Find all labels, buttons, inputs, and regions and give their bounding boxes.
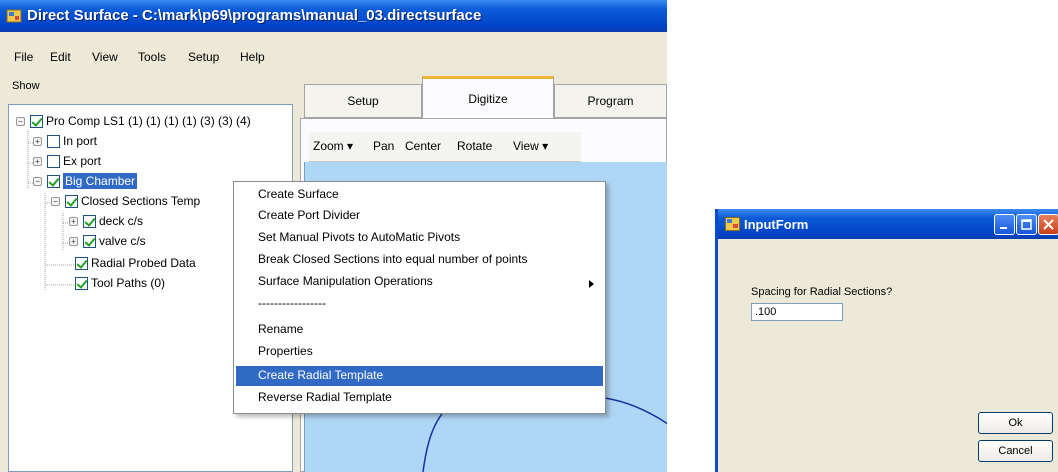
cancel-button[interactable]: Cancel [978, 440, 1053, 462]
menu-item-create-radial-template[interactable]: Create Radial Template [258, 368, 383, 382]
dialog-title: InputForm [744, 217, 809, 232]
tree-item-label: In port [63, 134, 98, 148]
rotate-button[interactable]: Rotate [457, 139, 492, 153]
expand-icon[interactable]: + [33, 136, 42, 146]
menu-help[interactable]: Help [240, 50, 265, 64]
menu-item-properties[interactable]: Properties [258, 344, 313, 358]
tree-item-valve-cs[interactable]: + valve c/s [69, 231, 146, 251]
menu-bar: File Edit View Tools Setup Help [0, 45, 667, 73]
close-icon [1043, 219, 1054, 230]
tab-label: Setup [347, 94, 379, 108]
input-form-dialog: InputForm Spacing for Radial Sections? O… [715, 209, 1058, 472]
maximize-icon [1021, 219, 1032, 230]
tree-item-tool-paths[interactable]: Tool Paths (0) [75, 273, 165, 293]
menu-item-create-port-divider[interactable]: Create Port Divider [258, 208, 360, 222]
tree-item-label: deck c/s [99, 214, 144, 228]
tree-item-radial-probed[interactable]: Radial Probed Data [75, 253, 196, 273]
minimize-button[interactable] [994, 214, 1015, 235]
spacing-input[interactable] [751, 303, 843, 321]
form-app-icon [725, 217, 740, 231]
collapse-icon[interactable]: − [51, 196, 60, 206]
tree-checkbox[interactable] [75, 276, 88, 290]
collapse-icon[interactable]: − [16, 116, 25, 126]
tree-checkbox[interactable] [30, 114, 43, 128]
expand-icon[interactable]: + [69, 236, 78, 246]
menu-item-rename[interactable]: Rename [258, 322, 303, 336]
spacing-prompt-label: Spacing for Radial Sections? [751, 286, 893, 298]
tree-checkbox[interactable] [47, 174, 60, 188]
maximize-button[interactable] [1016, 214, 1037, 235]
tree-item-label: Big Chamber [63, 173, 138, 189]
menu-edit[interactable]: Edit [50, 50, 71, 64]
tab-digitize[interactable]: Digitize [422, 76, 554, 118]
collapse-icon[interactable]: − [33, 176, 42, 186]
tree-item-label: Pro Comp LS1 (1) (1) (1) (1) (3) (3) (4) [46, 114, 251, 128]
digitize-toolbar: Zoom ▾ Pan Center Rotate View ▾ [309, 132, 581, 162]
tree-item-closed-sections[interactable]: − Closed Sections Temp [51, 191, 200, 211]
pan-button[interactable]: Pan [373, 139, 394, 153]
menu-tools[interactable]: Tools [138, 50, 166, 64]
ok-button[interactable]: Ok [978, 412, 1053, 434]
dialog-title-bar[interactable]: InputForm [718, 209, 1058, 239]
menu-item-surface-manipulation[interactable]: Surface Manipulation Operations [258, 274, 433, 288]
tree-item-label: Radial Probed Data [91, 256, 196, 270]
tree-checkbox[interactable] [83, 214, 96, 228]
tab-program[interactable]: Program [554, 84, 667, 118]
tab-label: Digitize [468, 91, 508, 106]
show-label: Show [12, 80, 40, 92]
expand-icon[interactable]: + [33, 156, 42, 166]
close-button[interactable] [1038, 214, 1058, 235]
center-button[interactable]: Center [405, 139, 441, 153]
menu-separator-text: ----------------- [258, 296, 326, 310]
tree-item-label: Ex port [63, 154, 102, 168]
view-dropdown[interactable]: View ▾ [513, 139, 548, 153]
app-icon [6, 9, 22, 23]
tree-item-deck-cs[interactable]: + deck c/s [69, 211, 143, 231]
submenu-arrow-icon [589, 280, 594, 288]
view-label: View [513, 139, 539, 153]
zoom-label: Zoom [313, 139, 344, 153]
tree-checkbox[interactable] [75, 256, 88, 270]
menu-item-set-manual-pivots[interactable]: Set Manual Pivots to AutoMatic Pivots [258, 230, 460, 244]
tree-item-label: Tool Paths (0) [91, 276, 166, 290]
menu-item-break-closed-sections[interactable]: Break Closed Sections into equal number … [258, 252, 528, 266]
menu-item-create-surface[interactable]: Create Surface [258, 187, 339, 201]
tree-item-pro-comp[interactable]: − Pro Comp LS1 (1) (1) (1) (1) (3) (3) (… [16, 111, 251, 131]
menu-file[interactable]: File [14, 50, 33, 64]
expand-icon[interactable]: + [69, 216, 78, 226]
main-window: Direct Surface - C:\mark\p69\programs\ma… [0, 0, 667, 472]
tree-checkbox[interactable] [47, 134, 60, 148]
menu-setup[interactable]: Setup [188, 50, 219, 64]
tab-label: Program [587, 94, 634, 108]
tree-item-label: valve c/s [99, 234, 146, 248]
minimize-icon [1000, 227, 1007, 229]
tree-item-label: Closed Sections Temp [81, 194, 201, 208]
zoom-dropdown[interactable]: Zoom ▾ [313, 139, 353, 153]
tree-item-in-port[interactable]: + In port [33, 131, 97, 151]
menu-item-reverse-radial-template[interactable]: Reverse Radial Template [258, 390, 392, 404]
tree-item-big-chamber[interactable]: − Big Chamber [33, 171, 138, 191]
tree-item-ex-port[interactable]: + Ex port [33, 151, 101, 171]
menu-view[interactable]: View [92, 50, 118, 64]
window-title: Direct Surface - C:\mark\p69\programs\ma… [27, 7, 482, 24]
tree-checkbox[interactable] [47, 154, 60, 168]
context-menu: Create Surface Create Port Divider Set M… [233, 181, 606, 414]
tab-setup[interactable]: Setup [304, 84, 422, 118]
tree-checkbox[interactable] [65, 194, 78, 208]
title-bar[interactable]: Direct Surface - C:\mark\p69\programs\ma… [0, 0, 667, 32]
tree-checkbox[interactable] [83, 234, 96, 248]
